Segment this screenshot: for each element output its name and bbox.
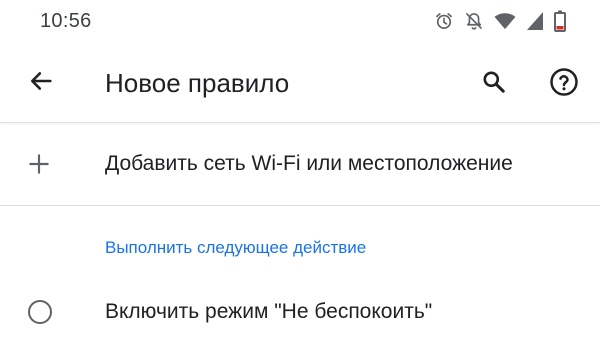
- battery-low-icon: [554, 10, 566, 32]
- app-bar: Новое правило: [0, 44, 600, 123]
- search-button[interactable]: [476, 66, 512, 102]
- alarm-icon: [434, 11, 454, 31]
- notifications-off-icon: [464, 11, 484, 31]
- search-icon: [481, 69, 507, 100]
- status-time: 10:56: [40, 10, 92, 32]
- arrow-back-icon: [27, 67, 55, 100]
- signal-icon: [526, 11, 544, 31]
- plus-icon: [26, 151, 52, 177]
- action-section-header: Выполнить следующее действие: [105, 238, 367, 257]
- wifi-icon: [494, 11, 516, 31]
- dnd-radio-button[interactable]: [28, 300, 52, 324]
- add-wifi-or-location-row[interactable]: Добавить сеть Wi-Fi или местоположение: [0, 123, 600, 206]
- help-button[interactable]: [546, 66, 582, 102]
- add-wifi-or-location-label: Добавить сеть Wi-Fi или местоположение: [105, 152, 513, 175]
- back-button[interactable]: [24, 66, 58, 100]
- dnd-option-row[interactable]: Включить режим "Не беспокоить": [0, 284, 600, 340]
- dnd-option-label: Включить режим "Не беспокоить": [105, 300, 433, 323]
- status-bar: 10:56: [0, 0, 600, 44]
- help-icon: [549, 67, 579, 102]
- page-title: Новое правило: [105, 68, 290, 98]
- status-icons: [434, 10, 566, 32]
